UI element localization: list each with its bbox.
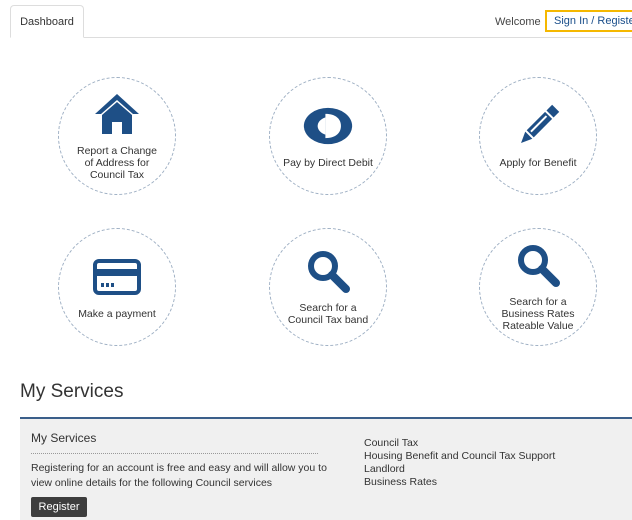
register-button[interactable]: Register xyxy=(31,497,87,517)
service-item: Council Tax xyxy=(364,437,419,449)
tile-label: Apply for Benefit xyxy=(499,157,577,169)
sign-in-register-link[interactable]: Sign In / Register xyxy=(545,10,632,32)
pencil-icon xyxy=(513,103,563,149)
my-services-panel: My Services Registering for an account i… xyxy=(20,417,632,520)
tile-search-business-rates[interactable]: Search for a Business Rates Rateable Val… xyxy=(479,228,597,346)
tile-label: Pay by Direct Debit xyxy=(283,157,373,169)
tab-dashboard[interactable]: Dashboard xyxy=(10,5,84,38)
card-icon xyxy=(92,254,142,300)
nav-divider xyxy=(10,37,632,38)
panel-divider xyxy=(31,453,318,454)
tile-pay-by-direct-debit[interactable]: Pay by Direct Debit xyxy=(269,77,387,195)
tile-make-a-payment[interactable]: Make a payment xyxy=(58,228,176,346)
welcome-text: Welcome xyxy=(495,16,541,28)
service-item: Business Rates xyxy=(364,476,437,488)
tile-label: Search for a Council Tax band xyxy=(287,302,369,326)
service-item: Landlord xyxy=(364,463,405,475)
tile-label: Search for a Business Rates Rateable Val… xyxy=(501,296,575,332)
tile-apply-for-benefit[interactable]: Apply for Benefit xyxy=(479,77,597,195)
tile-search-council-tax-band[interactable]: Search for a Council Tax band xyxy=(269,228,387,346)
search-icon xyxy=(303,248,353,294)
panel-title: My Services xyxy=(31,431,97,445)
direct-debit-icon xyxy=(303,103,353,149)
tile-report-change-of-address[interactable]: Report a Change of Address for Council T… xyxy=(58,77,176,195)
house-icon xyxy=(92,91,142,137)
tile-label: Make a payment xyxy=(78,308,156,320)
section-title: My Services xyxy=(20,381,124,402)
search-icon xyxy=(513,242,563,288)
tile-label: Report a Change of Address for Council T… xyxy=(77,145,157,181)
panel-description: Registering for an account is free and e… xyxy=(31,462,327,489)
services-list: Council Tax Housing Benefit and Council … xyxy=(364,437,555,489)
top-navigation: Dashboard Welcome Sign In / Register xyxy=(0,0,632,40)
service-item: Housing Benefit and Council Tax Support xyxy=(364,450,556,462)
